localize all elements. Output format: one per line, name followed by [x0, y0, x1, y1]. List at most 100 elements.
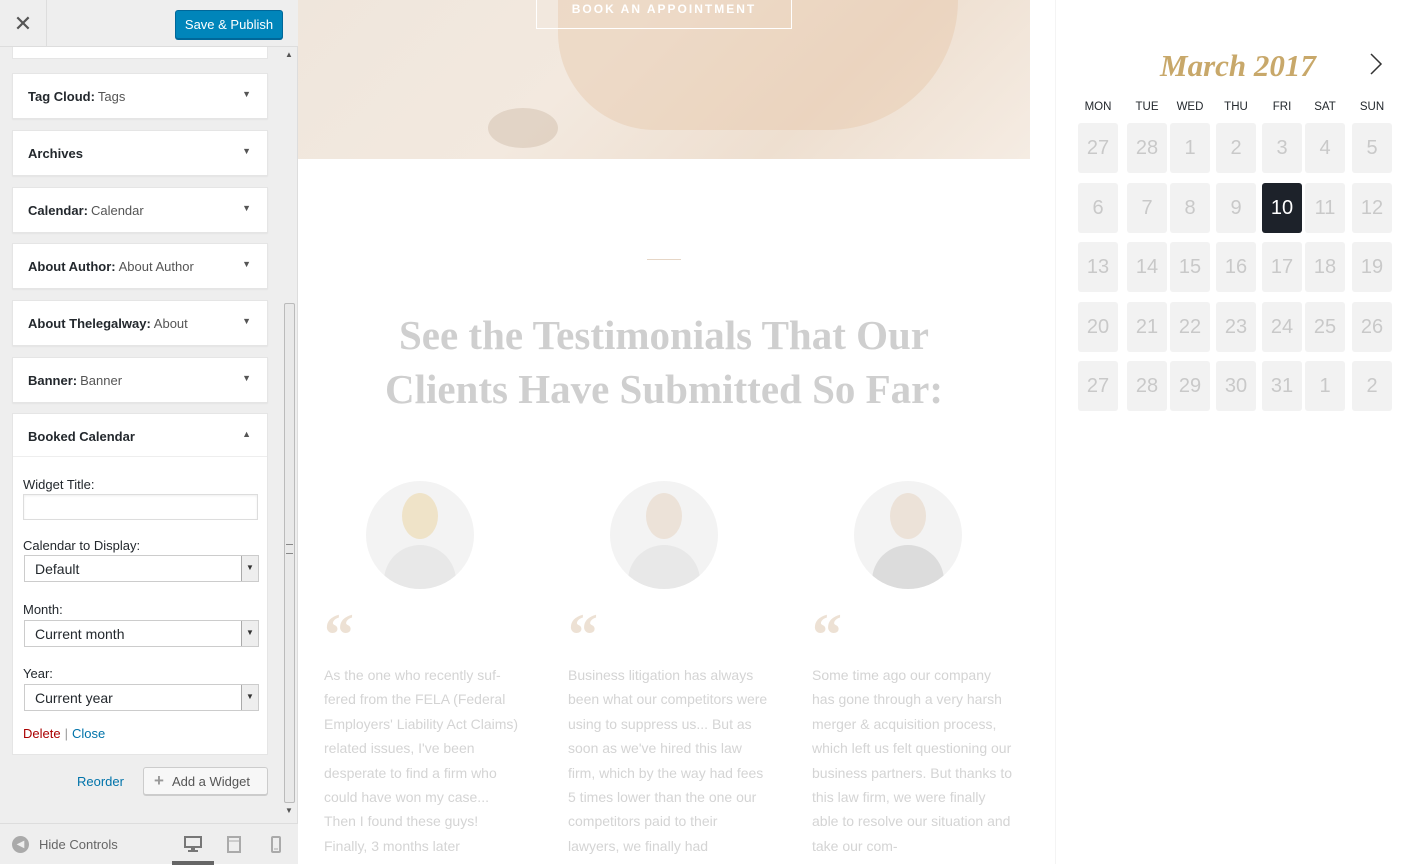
calendar-day[interactable]: 6 [1078, 183, 1118, 233]
calendar-day[interactable]: 9 [1216, 183, 1256, 233]
calendar-day[interactable]: 1 [1305, 361, 1345, 411]
widget-title: Banner: Banner [28, 373, 123, 388]
hide-controls-label: Hide Controls [39, 837, 118, 852]
add-widget-button[interactable]: + Add a Widget [143, 767, 268, 795]
calendar-month-title: March 2017 [1160, 48, 1316, 83]
calendar-day[interactable]: 22 [1170, 302, 1210, 352]
year-select[interactable]: Current year ▼ [24, 684, 259, 711]
calendar-day[interactable]: 27 [1078, 123, 1118, 173]
save-publish-button[interactable]: Save & Publish [175, 10, 283, 39]
testimonial-text: As the one who recently suf-fered from t… [324, 667, 519, 854]
calendar-day[interactable]: 28 [1127, 361, 1167, 411]
calendar-day[interactable]: 15 [1170, 242, 1210, 292]
quote-icon: “ [812, 602, 842, 668]
widget-title: About Author: About Author [28, 259, 194, 274]
plus-icon: + [154, 771, 164, 790]
calendar-day[interactable]: 5 [1352, 123, 1392, 173]
calendar-day[interactable]: 19 [1352, 242, 1392, 292]
site-preview: BOOK AN APPOINTMENT See the Testimonials… [298, 0, 1419, 864]
tablet-icon[interactable] [224, 834, 244, 854]
calendar-day[interactable]: 4 [1305, 123, 1345, 173]
widget-tag-cloud[interactable]: Tag Cloud: Tags ▼ [12, 73, 268, 119]
expand-arrow-icon[interactable]: ▼ [242, 146, 251, 156]
calendar-day[interactable]: 30 [1216, 361, 1256, 411]
expand-arrow-icon[interactable]: ▼ [242, 373, 251, 383]
widget-actions: Delete | Close [23, 726, 105, 741]
month-select[interactable]: Current month ▼ [24, 620, 259, 647]
separator: | [64, 726, 68, 741]
customizer-footer: ◀ Hide Controls [0, 823, 298, 865]
calendar-day[interactable]: 24 [1262, 302, 1302, 352]
calendar-day[interactable]: 29 [1170, 361, 1210, 411]
widget-title-label: Widget Title: [23, 477, 95, 492]
grip-icon [286, 544, 293, 554]
widget-archives[interactable]: Archives ▼ [12, 130, 268, 176]
add-widget-label: Add a Widget [171, 773, 250, 789]
calendar-day[interactable]: 3 [1262, 123, 1302, 173]
calendar-day[interactable]: 16 [1216, 242, 1256, 292]
calendar-day[interactable]: 25 [1305, 302, 1345, 352]
calendar-day[interactable]: 11 [1305, 183, 1345, 233]
calendar-day[interactable]: 17 [1262, 242, 1302, 292]
collapse-icon: ◀ [12, 836, 29, 853]
calendar-day[interactable]: 13 [1078, 242, 1118, 292]
hero-image-shape [488, 108, 558, 148]
delete-link[interactable]: Delete [23, 726, 61, 741]
booked-calendar: March 2017 MON TUE WED THU FRI SAT SUN 27 28 1 2 3… [1055, 0, 1419, 864]
collapse-arrow-icon[interactable]: ▲ [242, 429, 251, 439]
calendar-day[interactable]: 8 [1170, 183, 1210, 233]
book-appointment-button[interactable]: BOOK AN APPOINTMENT [536, 0, 792, 29]
panel-scrollbar[interactable]: ▲ ▼ [282, 47, 296, 815]
expand-arrow-icon[interactable]: ▼ [242, 259, 251, 269]
close-link[interactable]: Close [72, 726, 105, 741]
calendar-day[interactable]: 2 [1216, 123, 1256, 173]
calendar-display-label: Calendar to Display: [23, 538, 141, 553]
widget-title: Archives [28, 146, 83, 161]
hide-controls-button[interactable]: ◀ Hide Controls [12, 836, 118, 853]
calendar-day[interactable]: 18 [1305, 242, 1345, 292]
widget-booked-calendar: Booked Calendar ▲ Widget Title: Calendar… [12, 413, 268, 755]
calendar-day[interactable]: 26 [1352, 302, 1392, 352]
calendar-day[interactable]: 2 [1352, 361, 1392, 411]
select-value: Current month [35, 626, 125, 642]
expand-arrow-icon[interactable]: ▼ [242, 316, 251, 326]
section-divider [647, 259, 681, 260]
calendar-day[interactable]: 7 [1127, 183, 1167, 233]
day-header-mon: MON [1084, 101, 1112, 113]
widget-about-author[interactable]: About Author: About Author ▼ [12, 243, 268, 289]
calendar-day[interactable]: 20 [1078, 302, 1118, 352]
scroll-down-icon[interactable]: ▼ [282, 805, 296, 817]
widget-calendar[interactable]: Calendar: Calendar ▼ [12, 187, 268, 233]
scroll-thumb[interactable] [284, 303, 295, 803]
widgets-panel: Tag Cloud: Tags ▼ Archives ▼ Calendar: Cal… [0, 47, 282, 827]
desktop-icon[interactable] [183, 834, 203, 854]
day-header-sat: SAT [1314, 101, 1336, 113]
widget-title-input[interactable] [23, 494, 258, 520]
chevron-down-icon[interactable]: ▼ [241, 556, 258, 581]
calendar-day[interactable]: 14 [1127, 242, 1167, 292]
chevron-down-icon[interactable]: ▼ [241, 685, 258, 710]
expand-arrow-icon[interactable]: ▼ [242, 203, 251, 213]
quote-icon: “ [568, 602, 598, 668]
widget-title: Booked Calendar [28, 429, 135, 444]
scroll-up-icon[interactable]: ▲ [282, 49, 296, 61]
chevron-right-icon[interactable] [1366, 50, 1386, 78]
calendar-day[interactable]: 27 [1078, 361, 1118, 411]
calendar-day[interactable]: 1 [1170, 123, 1210, 173]
close-icon[interactable]: ✕ [0, 0, 47, 47]
calendar-day[interactable]: 23 [1216, 302, 1256, 352]
booked-calendar-header[interactable]: Booked Calendar ▲ [13, 414, 267, 457]
chevron-down-icon[interactable]: ▼ [241, 621, 258, 646]
calendar-day-selected[interactable]: 10 [1262, 183, 1302, 233]
mobile-icon[interactable] [266, 834, 286, 854]
widget-about-thelegalway[interactable]: About Thelegalway: About ▼ [12, 300, 268, 346]
select-value: Default [35, 561, 80, 577]
reorder-link[interactable]: Reorder [77, 774, 124, 789]
calendar-display-select[interactable]: Default ▼ [24, 555, 259, 582]
calendar-day[interactable]: 21 [1127, 302, 1167, 352]
expand-arrow-icon[interactable]: ▼ [242, 89, 251, 99]
widget-banner[interactable]: Banner: Banner ▼ [12, 357, 268, 403]
calendar-day[interactable]: 12 [1352, 183, 1392, 233]
calendar-day[interactable]: 31 [1262, 361, 1302, 411]
calendar-day[interactable]: 28 [1127, 123, 1167, 173]
